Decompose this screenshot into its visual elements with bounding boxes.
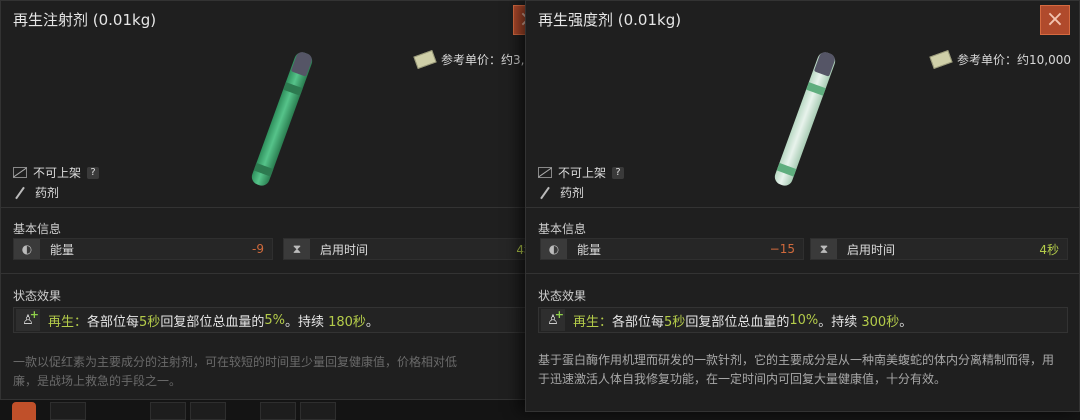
inventory-slot[interactable]	[190, 402, 226, 420]
hourglass-icon: ⧗	[811, 239, 837, 259]
effect-text: 。持续	[284, 314, 329, 330]
stat-energy: ◐ 能量 −15	[540, 238, 804, 260]
body-heal-icon: ♙ +	[16, 308, 40, 331]
medicine-icon	[540, 186, 550, 199]
stat-value: 4秒	[1039, 242, 1059, 257]
effect-name: 再生：	[573, 314, 613, 330]
medicine-icon	[15, 186, 25, 199]
syringe-icon	[772, 50, 838, 188]
flag-label: 不可上架	[558, 166, 607, 180]
effect-text: 回复部位总血量的	[685, 314, 790, 330]
not-listable-flag: 不可上架 ?	[538, 164, 625, 181]
section-basic-info: 基本信息	[13, 222, 62, 236]
stomach-icon: ◐	[14, 239, 40, 259]
syringe-icon	[249, 50, 315, 188]
section-status-effect: 状态效果	[538, 289, 587, 303]
price-label: 参考单价：约3,0	[441, 53, 533, 67]
inventory-slot[interactable]	[150, 402, 186, 420]
stat-label: 能量	[50, 242, 75, 257]
item-title: 再生注射剂 (0.01kg)	[13, 11, 157, 29]
divider	[526, 273, 1079, 274]
backpack-icon[interactable]	[12, 402, 36, 420]
category-label: 药剂	[35, 186, 60, 200]
effect-value: 5秒	[664, 314, 686, 330]
inventory-slot[interactable]	[50, 402, 86, 420]
effect-text: 回复部位总血量的	[160, 314, 265, 330]
category-flag: 药剂	[13, 184, 59, 201]
stat-label: 启用时间	[847, 242, 896, 257]
section-status-effect: 状态效果	[13, 289, 62, 303]
effect-name: 再生：	[48, 314, 88, 330]
item-title: 再生强度剂 (0.01kg)	[538, 11, 682, 29]
flag-label: 不可上架	[33, 166, 82, 180]
effect-text: 各部位每	[612, 314, 665, 330]
section-basic-info: 基本信息	[538, 222, 587, 236]
effect-regen: ♙ + 再生： 各部位每 5秒 回复部位总血量的 5% 。持续 180秒 。	[13, 307, 539, 333]
money-icon	[929, 49, 953, 70]
divider	[1, 273, 539, 274]
effect-value: 5秒	[139, 314, 161, 330]
reference-price: 参考单价：约10,000	[929, 49, 1071, 70]
category-flag: 药剂	[538, 184, 584, 201]
stat-energy: ◐ 能量 -9	[13, 238, 273, 260]
stat-value: -9	[252, 242, 264, 256]
no-market-icon	[13, 167, 27, 178]
price-label: 参考单价：约10,000	[957, 53, 1071, 67]
stat-label: 能量	[577, 242, 602, 257]
description-line: 一款以促红素为主要成分的注射剂，可在较短的时间里少量回复健康值，价格相对低	[13, 355, 458, 369]
effect-text: 。	[365, 314, 379, 330]
reference-price: 参考单价：约3,0	[413, 49, 533, 70]
effect-text: 。	[899, 314, 913, 330]
inventory-slot[interactable]	[300, 402, 336, 420]
stomach-icon: ◐	[541, 239, 567, 259]
no-market-icon	[538, 167, 552, 178]
item-description: 基于蛋白酶作用机理而研发的一款针剂，它的主要成分是从一种南美蝮蛇的体内分离精制而…	[538, 353, 1055, 386]
category-label: 药剂	[560, 186, 585, 200]
money-icon	[413, 49, 437, 70]
hourglass-icon: ⧗	[284, 239, 310, 259]
stat-label: 启用时间	[320, 242, 369, 257]
effect-text: 。持续	[818, 314, 862, 330]
stat-use-time: ⧗ 启用时间 4秒	[283, 238, 539, 260]
description-line: 廉，是战场上救急的手段之一。	[13, 374, 182, 388]
effect-regen: ♙ + 再生： 各部位每 5秒 回复部位总血量的 10% 。持续 300秒 。	[538, 307, 1068, 333]
not-listable-flag: 不可上架 ?	[13, 164, 100, 181]
inventory-slot[interactable]	[260, 402, 296, 420]
effect-value: 180秒	[328, 314, 366, 330]
close-icon: ×	[1045, 7, 1065, 32]
stat-use-time: ⧗ 启用时间 4秒	[810, 238, 1068, 260]
stat-value: −15	[769, 242, 795, 256]
item-panel-regen-booster: 再生强度剂 (0.01kg) × 参考单价：约10,000 不可上架 ? 药剂 …	[525, 0, 1080, 412]
body-heal-icon: ♙ +	[541, 308, 565, 331]
divider	[1, 207, 539, 208]
effect-value: 5%	[264, 312, 285, 328]
item-description: 一款以促红素为主要成分的注射剂，可在较短的时间里少量回复健康值，价格相对低 廉，…	[13, 353, 539, 391]
help-icon[interactable]: ?	[87, 166, 100, 179]
item-panel-regen-injector: 再生注射剂 (0.01kg) × 参考单价：约3,0 不可上架 ? 药剂 基本信…	[0, 0, 540, 400]
effect-text: 各部位每	[87, 314, 140, 330]
effect-value: 300秒	[861, 314, 900, 330]
close-button[interactable]: ×	[1040, 5, 1070, 35]
divider	[526, 207, 1079, 208]
help-icon[interactable]: ?	[612, 166, 625, 179]
effect-value: 10%	[789, 312, 819, 328]
